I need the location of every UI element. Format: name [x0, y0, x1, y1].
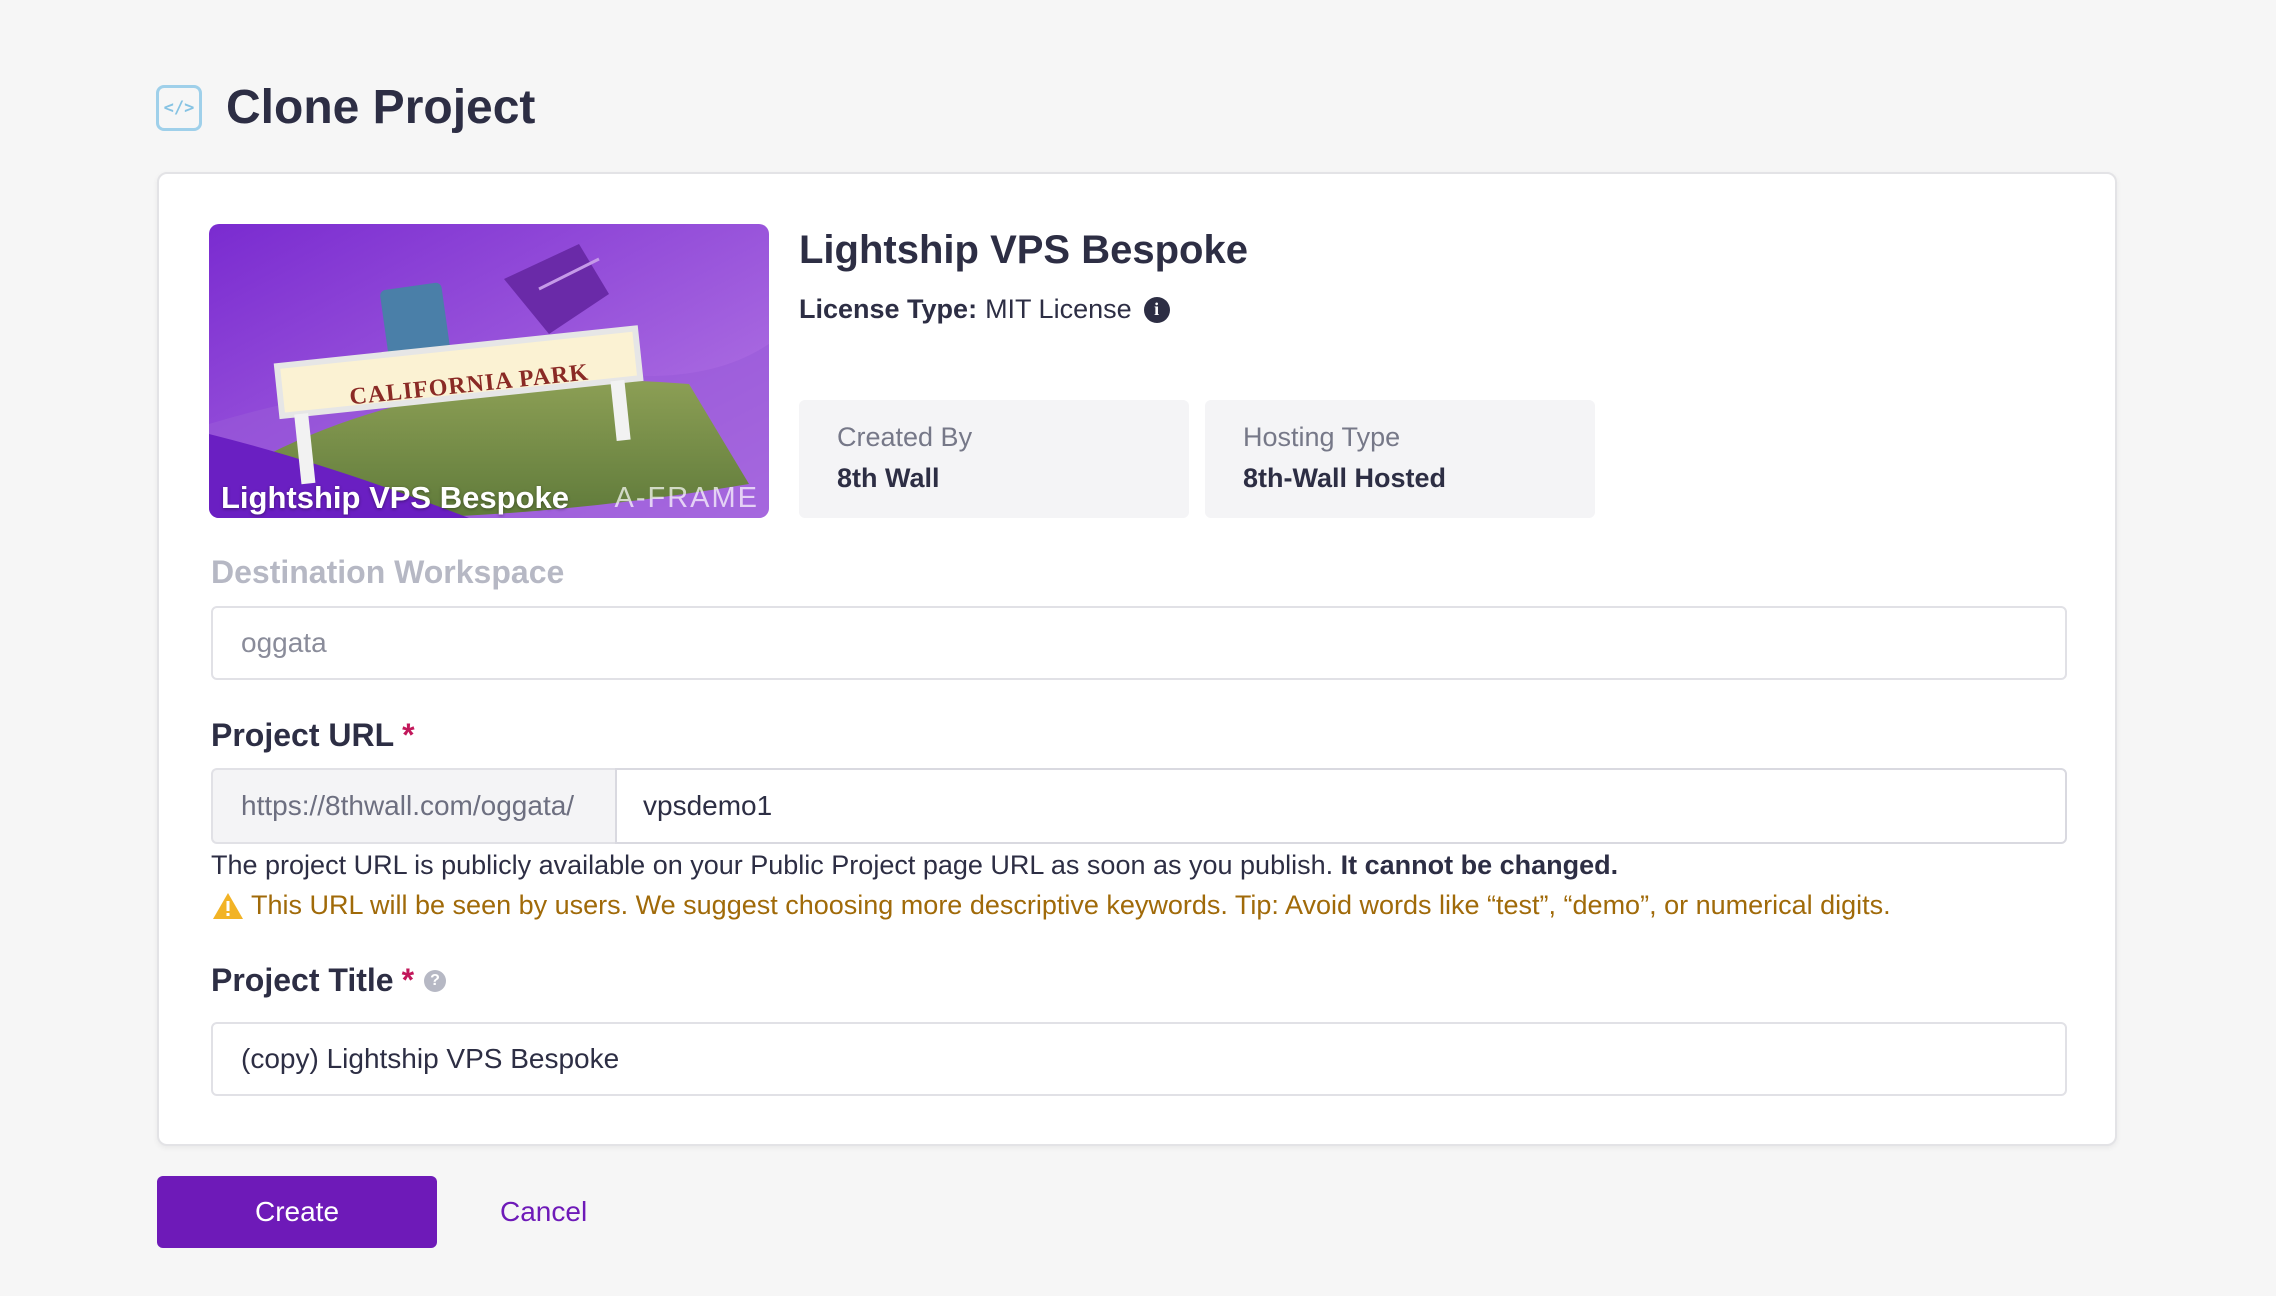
project-url-input[interactable]: vpsdemo1: [615, 768, 2067, 844]
warning-icon: [213, 892, 243, 919]
project-url-group: https://8thwall.com/oggata/ vpsdemo1: [211, 768, 2067, 844]
project-title-input[interactable]: (copy) Lightship VPS Bespoke: [211, 1022, 2067, 1096]
cancel-button[interactable]: Cancel: [500, 1176, 587, 1248]
clone-project-card: CALIFORNIA PARK Lightship VPS Bespoke A-…: [157, 172, 2117, 1146]
page-title: Clone Project: [226, 81, 536, 134]
destination-workspace-label: Destination Workspace: [211, 554, 564, 591]
project-url-prefix: https://8thwall.com/oggata/: [211, 768, 615, 844]
create-button[interactable]: Create: [157, 1176, 437, 1248]
license-value: MIT License: [985, 294, 1132, 324]
help-text-bold: It cannot be changed.: [1340, 850, 1619, 880]
thumbnail-title: Lightship VPS Bespoke: [221, 480, 569, 515]
destination-workspace-label-text: Destination Workspace: [211, 554, 565, 590]
project-title-label-text: Project Title: [211, 962, 394, 998]
project-url-help-text: The project URL is publicly available on…: [211, 850, 1618, 881]
hosting-type-value: 8th-Wall Hosted: [1243, 463, 1447, 493]
info-icon[interactable]: i: [1143, 296, 1170, 323]
required-mark: *: [401, 962, 415, 998]
required-mark: *: [402, 717, 415, 753]
created-by-label: Created By: [837, 422, 973, 452]
code-icon: </>: [156, 84, 202, 131]
project-url-label: Project URL *: [211, 717, 415, 754]
help-text-normal: The project URL is publicly available on…: [211, 850, 1334, 880]
license-label: License Type:: [799, 294, 978, 324]
created-by-box: Created By 8th Wall: [799, 400, 1189, 518]
framework-badge: A-FRAME: [614, 482, 759, 514]
project-title-label: Project Title * ?: [211, 962, 447, 999]
question-icon[interactable]: ?: [424, 969, 447, 992]
hosting-type-label: Hosting Type: [1243, 422, 1401, 452]
page-header: </> Clone Project: [156, 80, 535, 135]
project-url-warning: This URL will be seen by users. We sugge…: [211, 890, 1891, 921]
destination-workspace-field: oggata: [211, 606, 2067, 680]
created-by-value: 8th Wall: [837, 463, 940, 493]
warning-text: This URL will be seen by users. We sugge…: [251, 890, 1891, 920]
project-thumbnail: CALIFORNIA PARK Lightship VPS Bespoke A-…: [209, 224, 769, 518]
project-url-label-text: Project URL: [211, 717, 395, 753]
hosting-type-box: Hosting Type 8th-Wall Hosted: [1205, 400, 1595, 518]
project-name: Lightship VPS Bespoke: [799, 228, 1248, 272]
license-row: License Type: MIT License i: [799, 294, 1170, 325]
